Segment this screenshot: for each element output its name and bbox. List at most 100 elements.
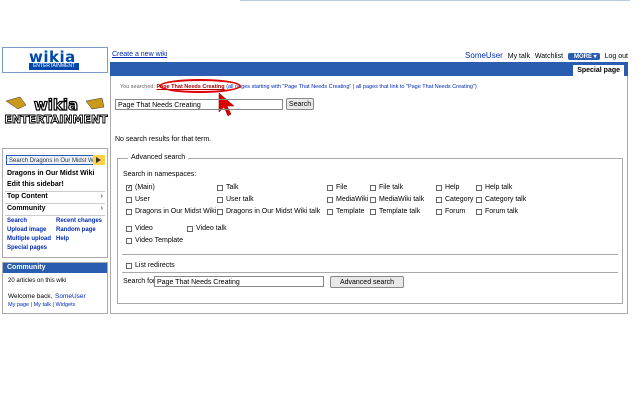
sidebar-link-search[interactable]: Search: [7, 218, 27, 224]
ns-label: Forum talk: [485, 208, 519, 215]
welcome-user-link[interactable]: SomeUser: [55, 293, 86, 300]
search-button[interactable]: Search: [286, 98, 314, 110]
more-button[interactable]: MORE ▾: [568, 53, 600, 60]
ns-checkbox-file-talk[interactable]: [370, 185, 376, 191]
sidebar-link-random-page[interactable]: Random page: [56, 227, 96, 233]
ns-checkbox-video[interactable]: [126, 226, 132, 232]
ns-checkbox-help[interactable]: [436, 185, 442, 191]
ns-label: File talk: [379, 184, 404, 191]
sidebar-search-input[interactable]: Search Dragons in Our Midst W: [6, 155, 102, 165]
no-results-message: No search results for that term.: [115, 136, 212, 143]
ns-label: User: [135, 196, 150, 203]
ns-checkbox-user[interactable]: [126, 197, 132, 203]
create-wiki-link[interactable]: Create a new wiki: [112, 51, 167, 58]
search-for-label: Search for: [123, 278, 156, 285]
advanced-search-fieldset: Advanced search Search in namespaces: ✓ …: [117, 154, 623, 304]
community-box: Community 20 articles on this wiki Welco…: [2, 262, 108, 314]
ns-label: Talk: [226, 184, 239, 191]
ns-label: Dragons in Our Midst Wiki talk: [226, 208, 321, 215]
ns-checkbox-video-template[interactable]: [126, 238, 132, 244]
sidebar-divider: [5, 215, 105, 216]
ns-label: Video talk: [196, 225, 227, 232]
ns-checkbox-project-talk[interactable]: [217, 209, 223, 215]
big-logo-top: wikia: [34, 96, 78, 114]
logout-link[interactable]: Log out: [605, 53, 628, 60]
ns-label: File: [336, 184, 348, 191]
sidebar-top-content[interactable]: Top Content: [7, 193, 48, 200]
advanced-search-button[interactable]: Advanced search: [330, 276, 404, 288]
ns-label: Forum: [445, 208, 466, 215]
chevron-right-icon[interactable]: ›: [101, 193, 103, 200]
ns-label: Video Template: [135, 237, 183, 244]
sidebar: Search Dragons in Our Midst W Dragons in…: [2, 148, 108, 258]
sidebar-link-upload-image[interactable]: Upload image: [7, 227, 46, 233]
ns-checkbox-project[interactable]: [126, 209, 132, 215]
search-arrow-icon[interactable]: [93, 155, 105, 165]
ns-label: Template: [336, 208, 365, 215]
advanced-search-input[interactable]: Page That Needs Creating: [154, 276, 324, 287]
ns-checkbox-category-talk[interactable]: [476, 197, 482, 203]
sidebar-divider: [5, 191, 105, 192]
sidebar-link-recent-changes[interactable]: Recent changes: [56, 218, 102, 224]
community-title: Community: [3, 263, 107, 273]
ns-checkbox-video-talk[interactable]: [187, 226, 193, 232]
my-talk-link[interactable]: My talk: [508, 53, 530, 60]
ns-label: User talk: [226, 196, 254, 203]
welcome-text: Welcome back,: [8, 293, 53, 300]
sidebar-divider: [5, 203, 105, 204]
ns-label: (Main): [135, 184, 155, 191]
ns-checkbox-forum[interactable]: [436, 209, 442, 215]
sidebar-link-special-pages[interactable]: Special pages: [7, 245, 47, 251]
ns-checkbox-mediawiki[interactable]: [327, 197, 333, 203]
wiki-logo[interactable]: wikia ENTERTAINMENT: [4, 95, 109, 127]
you-searched-label: You searched:: [120, 84, 155, 90]
article-count: 20 articles on this wiki: [8, 278, 67, 284]
watchlist-link[interactable]: Watchlist: [535, 53, 563, 60]
list-redirects-checkbox[interactable]: [126, 263, 132, 269]
user-links: SomeUser My talk Watchlist MORE ▾ Log ou…: [462, 51, 628, 60]
wiki-logo-icon: wikia ENTERTAINMENT: [4, 95, 109, 126]
ns-checkbox-main[interactable]: ✓: [126, 185, 132, 191]
fieldset-divider: [122, 254, 618, 255]
ns-checkbox-template[interactable]: [327, 209, 333, 215]
ns-label: Template talk: [379, 208, 421, 215]
ns-label: MediaWiki talk: [379, 196, 425, 203]
search-query-input[interactable]: Page That Needs Creating: [115, 99, 283, 110]
chevron-right-icon[interactable]: ›: [101, 205, 103, 212]
search-scope-links[interactable]: (all pages starting with "Page That Need…: [225, 84, 477, 90]
sidebar-link-help[interactable]: Help: [56, 236, 69, 242]
username-link[interactable]: SomeUser: [465, 51, 503, 60]
page-tab-bar: Special page: [110, 62, 628, 76]
ns-label: MediaWiki: [336, 196, 369, 203]
namespaces-title: Search in namespaces:: [123, 171, 197, 178]
ns-checkbox-file[interactable]: [327, 185, 333, 191]
list-redirects-label: List redirects: [135, 262, 175, 269]
ns-checkbox-mediawiki-talk[interactable]: [370, 197, 376, 203]
ns-checkbox-template-talk[interactable]: [370, 209, 376, 215]
tab-special-page[interactable]: Special page: [573, 65, 624, 76]
ns-label: Category: [445, 196, 474, 203]
sidebar-edit-sidebar[interactable]: Edit this sidebar!: [7, 181, 64, 188]
wikia-logo[interactable]: wikia ENTERTAINMENT: [2, 47, 108, 73]
ns-checkbox-user-talk[interactable]: [217, 197, 223, 203]
ns-checkbox-forum-talk[interactable]: [476, 209, 482, 215]
more-button-label: MORE: [574, 54, 592, 60]
ns-label: Category talk: [485, 196, 527, 203]
sidebar-link-multiple-upload[interactable]: Multiple upload: [7, 236, 51, 242]
community-user-links[interactable]: My page | My talk | Widgets: [8, 302, 75, 308]
top-divider: [240, 0, 630, 1]
logo-sub: ENTERTAINMENT: [29, 63, 79, 70]
advanced-search-legend: Advanced search: [128, 154, 189, 161]
ns-checkbox-help-talk[interactable]: [476, 185, 482, 191]
main-content: You searched: Page That Needs Creating (…: [110, 76, 628, 314]
ns-label: Help: [445, 184, 460, 191]
big-logo-bottom: ENTERTAINMENT: [4, 113, 108, 126]
sidebar-community[interactable]: Community: [7, 205, 46, 212]
sidebar-wiki-name[interactable]: Dragons in Our Midst Wiki: [7, 170, 94, 177]
ns-label: Video: [135, 225, 153, 232]
ns-label: Help talk: [485, 184, 513, 191]
fieldset-divider: [122, 272, 618, 273]
ns-label: Dragons in Our Midst Wiki: [135, 208, 217, 215]
ns-checkbox-category[interactable]: [436, 197, 442, 203]
ns-checkbox-talk[interactable]: [217, 185, 223, 191]
